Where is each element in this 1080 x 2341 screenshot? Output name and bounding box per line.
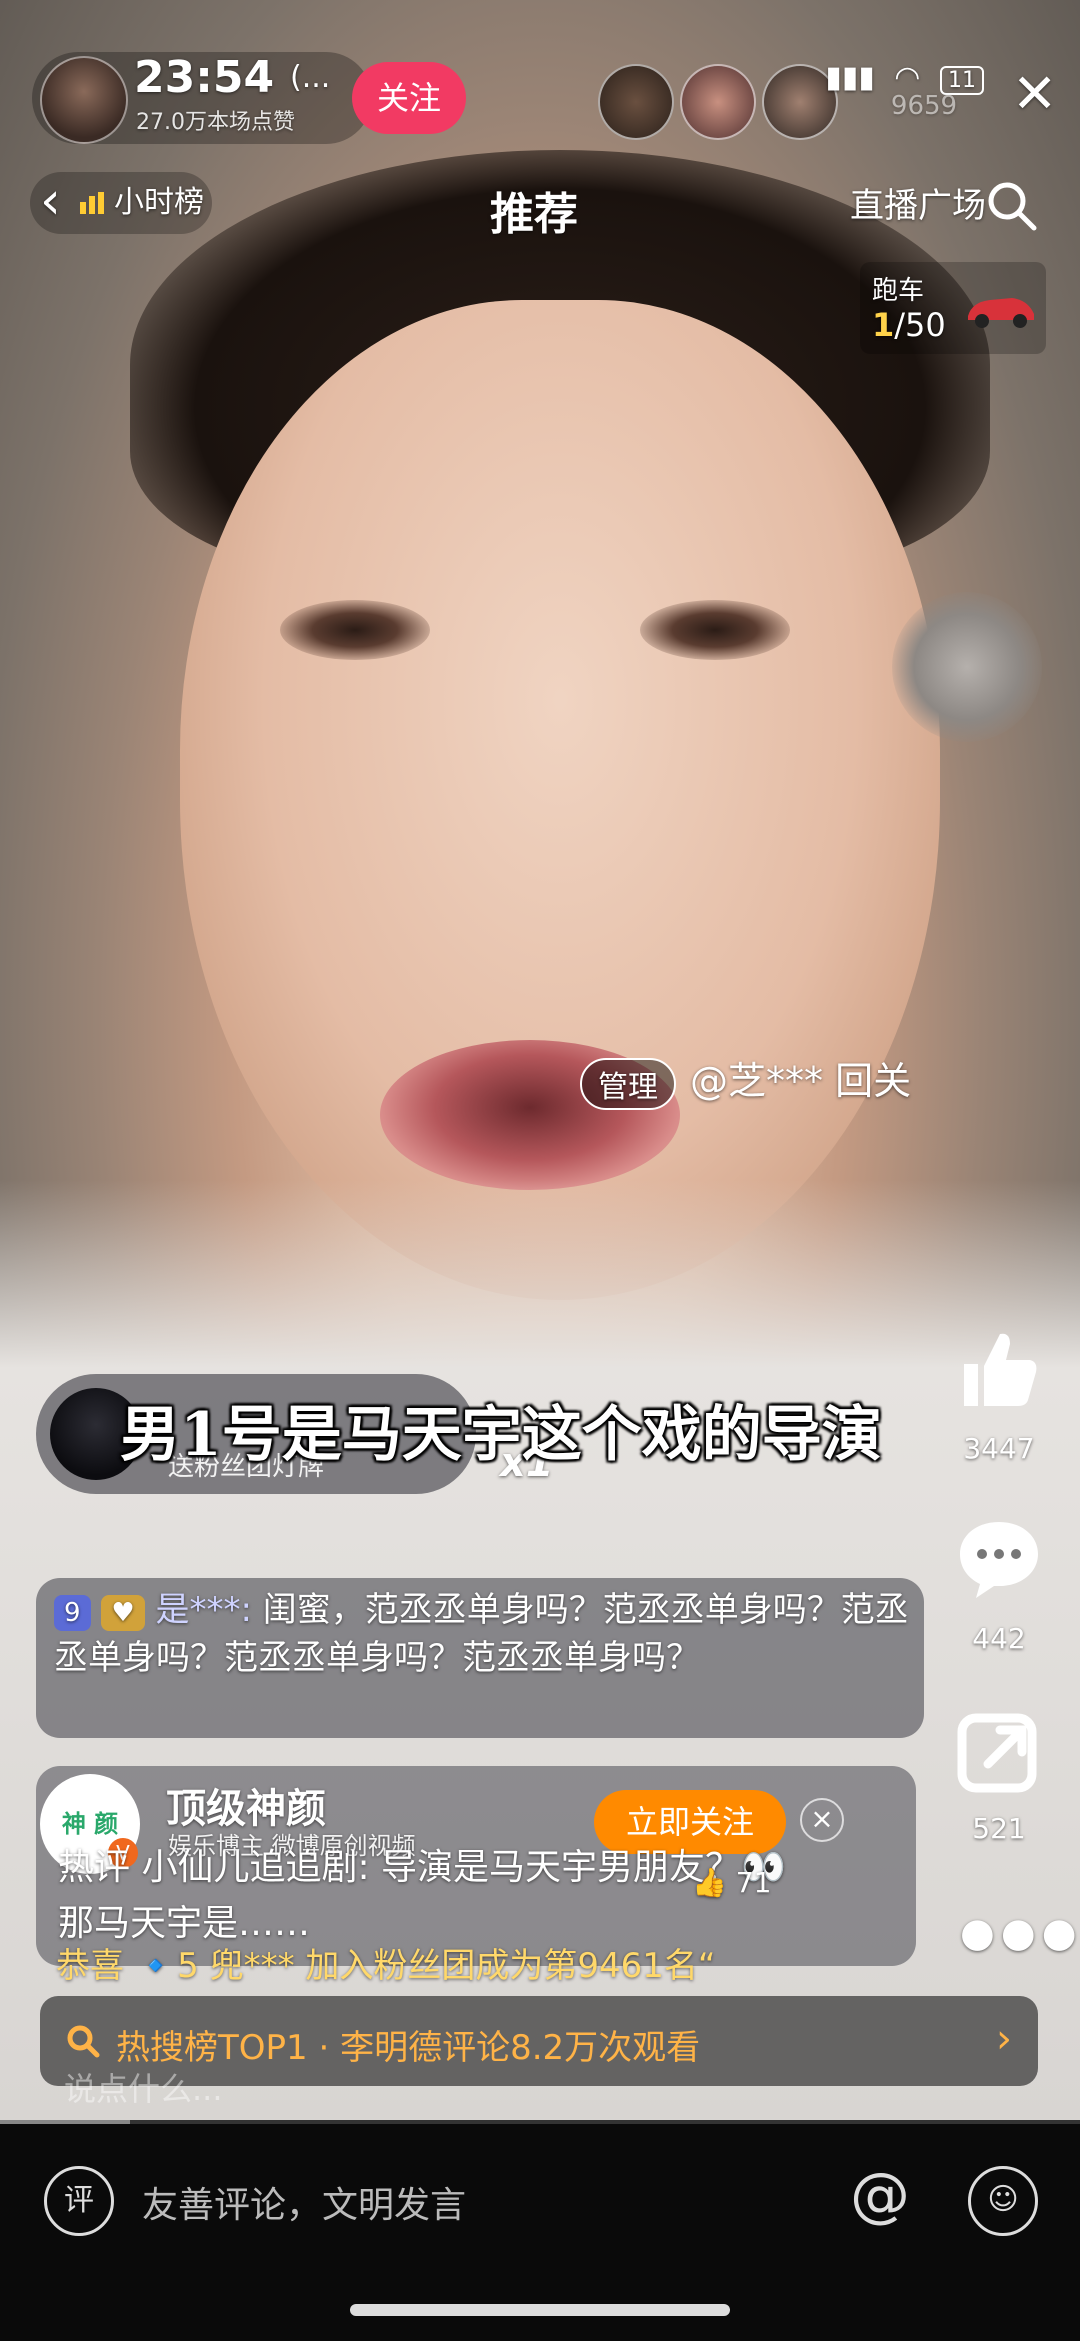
gift-message: 恭喜 🔹5 兜*** 加入粉丝团成为第9461名“ (56, 1946, 716, 1986)
weibo-likes: 👍 71 (692, 1866, 772, 1899)
chat-input-placeholder[interactable]: 说点什么... (64, 2064, 223, 2110)
share-count: 521 (972, 1812, 1026, 1845)
back-chevron-icon: ‹ (40, 171, 61, 231)
more-dots-icon[interactable]: ●●● (960, 1910, 1080, 1956)
fan-level-badge-icon: ♥ (101, 1595, 145, 1631)
rank-bars-icon (80, 192, 104, 214)
progress-fill (0, 2120, 130, 2124)
recommend-title[interactable]: 推荐 (490, 178, 578, 242)
status-time: 23:54 (134, 52, 275, 103)
viewer-avatar[interactable] (598, 64, 674, 140)
like-icon[interactable] (956, 1326, 1042, 1412)
level-badge: 9 (54, 1595, 91, 1631)
video-eye-right (640, 600, 790, 660)
comment-icon[interactable] (956, 1516, 1042, 1602)
viewer-count[interactable]: 9659 (874, 86, 974, 126)
close-icon[interactable]: × (800, 1798, 844, 1842)
close-icon[interactable]: ✕ (1012, 64, 1057, 124)
video-subtitle: 男1号是马天宇这个戏的导演 (120, 1400, 882, 1470)
emoji-icon[interactable]: ☺ (968, 2166, 1038, 2236)
floating-ball[interactable] (892, 592, 1042, 742)
hot-search-icon (67, 2025, 100, 2058)
anchor-name: (... (290, 60, 331, 95)
progress-track[interactable] (0, 2120, 1080, 2124)
hour-rank-label: 小时榜 (114, 185, 204, 220)
like-count: 3447 (963, 1432, 1035, 1465)
share-icon[interactable] (956, 1708, 1042, 1794)
signal-icon: ▮▮▮ (825, 60, 875, 95)
home-indicator (350, 2304, 730, 2316)
admin-message: 管理 @芝*** 回关 (580, 1050, 911, 1110)
follow-button[interactable]: 关注 (352, 62, 466, 134)
chat-message: 9 ♥ 是***: 闺蜜，范丞丞单身吗？范丞丞单身吗？范丞丞单身吗？范丞丞单身吗… (54, 1586, 914, 1682)
admin-message-text: @芝*** 回关 (690, 1059, 912, 1103)
thumb-icon: 👍 (692, 1866, 727, 1899)
comment-count: 442 (972, 1622, 1026, 1655)
anchor-likes: 27.0万本场点赞 (136, 110, 295, 135)
search-icon[interactable] (984, 178, 1038, 232)
comment-edit-icon[interactable]: 评 (44, 2166, 114, 2236)
chevron-right-icon[interactable]: › (996, 2016, 1012, 2062)
hour-rank-button[interactable]: ‹ 小时榜 (30, 171, 212, 234)
hot-search-text[interactable]: 热搜榜TOP1 · 李明德评论8.2万次观看 (116, 2020, 700, 2069)
comment-input[interactable]: 友善评论，文明发言 (142, 2176, 466, 2228)
at-mention-icon[interactable]: @ (850, 2160, 910, 2230)
sports-car-icon (968, 298, 1034, 328)
anchor-avatar[interactable] (40, 56, 128, 144)
live-plaza-link[interactable]: 直播广场 (850, 178, 986, 227)
video-eye-left (280, 600, 430, 660)
car-gift-count: 1/50 (872, 306, 946, 344)
car-gift-name: 跑车 (872, 276, 925, 306)
viewer-avatar[interactable] (680, 64, 756, 140)
chat-user: 是***: (155, 1590, 252, 1630)
admin-badge: 管理 (580, 1057, 676, 1110)
